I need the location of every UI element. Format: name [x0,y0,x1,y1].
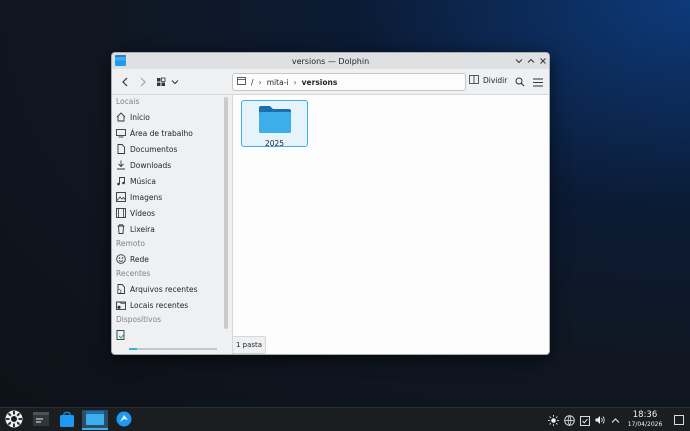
file-view[interactable]: 2025 [232,95,549,354]
dolphin-app-icon[interactable] [115,55,126,66]
status-text: 1 pasta [235,341,263,349]
device-usage-bar [129,348,217,350]
status-bar: 1 pasta [232,336,266,354]
kde-logo-icon [5,410,23,430]
sidebar-item-label: Locais recentes [130,300,189,310]
places-panel: Locais Início Área de trabalho Documento… [112,95,231,354]
sidebar-item-musica[interactable]: Música [112,173,231,189]
clipboard-icon[interactable] [579,413,591,427]
section-places: Locais [116,97,140,106]
view-mode-icon[interactable] [154,75,168,89]
title-bar[interactable]: versions — Dolphin [112,53,549,69]
taskbar-discover[interactable] [56,410,78,430]
sidebar-item-rede[interactable]: Rede [112,251,231,267]
drive-icon [116,330,126,340]
window-title: versions — Dolphin [291,56,370,66]
dolphin-window: versions — Dolphin / › mita-i › versions… [111,52,550,355]
sidebar-item-label: Downloads [130,160,172,170]
section-recent: Recentes [116,269,151,278]
home-icon [116,112,126,122]
section-devices: Dispositivos [116,315,162,324]
recent-locations-icon [116,300,126,310]
sidebar-item-area-de-trabalho[interactable]: Área de trabalho [112,125,231,141]
digital-clock[interactable]: 18:36 17/04/2026 [622,410,668,429]
recent-files-icon [116,284,126,294]
section-remote: Remoto [116,239,145,248]
browser-icon [116,411,132,429]
breadcrumb-current[interactable]: versions [302,78,338,87]
split-label: Dividir [483,76,508,85]
sidebar-item-label: Lixeira [130,224,155,234]
sidebar-item-label: Documentos [130,144,178,154]
forward-icon[interactable] [136,75,150,89]
breadcrumb-root[interactable]: / [251,78,254,87]
clock-time: 18:36 [632,410,658,420]
breadcrumb-separator-icon: › [258,77,262,87]
network-icon [116,254,126,264]
sidebar-item-label: Arquivos recentes [130,284,198,294]
documents-icon [116,144,126,154]
taskbar: 18:36 17/04/2026 [0,407,690,431]
breadcrumb-separator-icon: › [293,77,297,87]
view-mode-chevron-down-icon[interactable] [170,75,180,89]
folder-icon [258,105,291,135]
taskbar-dolphin[interactable] [82,410,108,430]
minimize-icon[interactable] [513,55,524,66]
settings-window-icon [33,412,49,428]
sidebar-item-inicio[interactable]: Início [112,109,231,125]
taskbar-system-settings[interactable] [30,410,52,430]
images-icon [116,192,126,202]
hamburger-menu-icon[interactable] [531,75,545,89]
brightness-icon[interactable] [547,413,559,427]
folder-small-icon [237,77,246,87]
sidebar-item-label: Início [130,112,150,122]
tray-expand-chevron-up-icon[interactable] [609,413,621,427]
desktop-icon [116,128,126,138]
music-icon [116,176,126,186]
videos-icon [116,208,126,218]
downloads-icon [116,160,126,170]
dolphin-taskbar-icon [86,411,104,427]
sidebar-scrollbar[interactable] [224,97,228,329]
search-icon[interactable] [513,75,527,89]
folder-item-2025[interactable]: 2025 [241,100,308,148]
split-button[interactable]: Dividir [469,75,507,86]
sidebar-item-label: Vídeos [130,208,156,218]
breadcrumb[interactable]: / › mita-i › versions [232,73,466,91]
sidebar-item-label: Área de trabalho [130,128,193,138]
device-usage-fill [129,348,137,350]
volume-icon[interactable] [594,413,606,427]
sidebar-item-device[interactable] [112,327,231,343]
network-status-icon[interactable] [563,413,575,427]
sidebar-item-label: Música [130,176,156,186]
show-desktop-icon[interactable] [673,413,685,427]
taskbar-browser[interactable] [113,410,135,430]
sidebar-item-documentos[interactable]: Documentos [112,141,231,157]
sidebar-item-label: Imagens [130,192,163,202]
close-icon[interactable] [537,55,548,66]
trash-icon [116,224,126,234]
folder-name: 2025 [264,139,285,148]
sidebar-item-locais-recentes[interactable]: Locais recentes [112,297,231,313]
maximize-icon[interactable] [525,55,536,66]
sidebar-item-downloads[interactable]: Downloads [112,157,231,173]
back-icon[interactable] [118,75,132,89]
toolbar: / › mita-i › versions Dividir [112,69,549,95]
sidebar-item-imagens[interactable]: Imagens [112,189,231,205]
split-view-icon [469,75,479,86]
application-launcher[interactable] [3,410,25,430]
sidebar-item-lixeira[interactable]: Lixeira [112,221,231,237]
breadcrumb-mita-i[interactable]: mita-i [267,78,289,87]
sidebar-item-arquivos-recentes[interactable]: Arquivos recentes [112,281,231,297]
sidebar-item-videos[interactable]: Vídeos [112,205,231,221]
clock-date: 17/04/2026 [627,421,663,428]
sidebar-item-label: Rede [130,254,149,264]
store-bag-icon [60,411,74,429]
